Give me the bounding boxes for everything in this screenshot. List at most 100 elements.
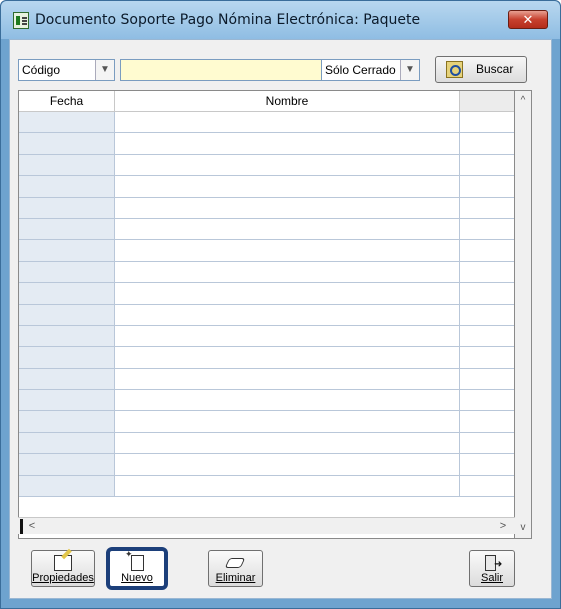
cell-fecha[interactable]: [19, 368, 115, 390]
cell-fecha[interactable]: [19, 325, 115, 347]
search-input[interactable]: [120, 59, 322, 81]
cell-filler[interactable]: [460, 433, 514, 453]
new-document-icon: [125, 549, 144, 571]
cell-fecha[interactable]: [19, 283, 115, 304]
table-row[interactable]: [19, 475, 514, 498]
cell-fecha[interactable]: [19, 347, 115, 368]
column-header-nombre[interactable]: Nombre: [115, 91, 460, 111]
cell-fecha[interactable]: [19, 390, 115, 411]
title-bar[interactable]: Documento Soporte Pago Nómina Electrónic…: [1, 1, 560, 39]
table-row[interactable]: [19, 261, 514, 284]
cell-filler[interactable]: [460, 262, 514, 282]
cell-nombre[interactable]: [115, 304, 460, 325]
field-select-value: Código: [22, 63, 61, 77]
cell-fecha[interactable]: [19, 218, 115, 240]
scroll-right-icon[interactable]: >: [495, 518, 511, 534]
cell-filler[interactable]: [460, 390, 514, 410]
table-row[interactable]: [19, 197, 514, 219]
close-button[interactable]: ✕: [508, 10, 548, 29]
cell-fecha[interactable]: [19, 304, 115, 325]
horizontal-scrollbar[interactable]: < >: [18, 517, 515, 534]
cell-nombre[interactable]: [115, 283, 460, 304]
cell-filler[interactable]: [460, 240, 514, 260]
cell-nombre[interactable]: [115, 218, 460, 240]
search-button[interactable]: Buscar: [435, 56, 527, 83]
table-row[interactable]: [19, 347, 514, 369]
table-row[interactable]: [19, 390, 514, 412]
table-row[interactable]: [19, 240, 514, 262]
cell-fecha[interactable]: [19, 240, 115, 261]
cell-fecha[interactable]: [19, 411, 115, 432]
cell-fecha[interactable]: [19, 154, 115, 176]
field-select[interactable]: Código ▼: [18, 59, 115, 81]
cell-fecha[interactable]: [19, 454, 115, 475]
table-row[interactable]: [19, 325, 514, 348]
table-row[interactable]: [19, 154, 514, 177]
cell-nombre[interactable]: [115, 368, 460, 390]
exit-button[interactable]: Salir: [469, 550, 515, 587]
payroll-document-icon: [13, 12, 29, 29]
cell-nombre[interactable]: [115, 454, 460, 475]
table-row[interactable]: [19, 411, 514, 433]
cell-filler[interactable]: [460, 176, 514, 196]
scroll-left-icon[interactable]: <: [24, 518, 40, 534]
cell-nombre[interactable]: [115, 390, 460, 411]
properties-button[interactable]: Propiedades: [31, 550, 95, 587]
cell-fecha[interactable]: [19, 197, 115, 218]
cell-fecha[interactable]: [19, 133, 115, 154]
chevron-down-icon[interactable]: ▼: [400, 60, 419, 80]
table-row[interactable]: [19, 368, 514, 391]
table-row[interactable]: [19, 283, 514, 305]
grid-rows: [19, 112, 514, 498]
cell-filler[interactable]: [460, 305, 514, 325]
results-grid[interactable]: Fecha Nombre: [18, 90, 515, 539]
cell-nombre[interactable]: [115, 154, 460, 176]
cell-fecha[interactable]: [19, 432, 115, 454]
cell-filler[interactable]: [460, 283, 514, 303]
scroll-position-marker[interactable]: [20, 519, 23, 534]
cell-fecha[interactable]: [19, 112, 115, 133]
cell-filler[interactable]: [460, 198, 514, 218]
table-row[interactable]: [19, 304, 514, 326]
cell-filler[interactable]: [460, 219, 514, 239]
delete-button[interactable]: Eliminar: [208, 550, 263, 587]
cell-nombre[interactable]: [115, 475, 460, 497]
cell-nombre[interactable]: [115, 411, 460, 432]
cell-nombre[interactable]: [115, 176, 460, 197]
cell-nombre[interactable]: [115, 261, 460, 283]
table-row[interactable]: [19, 112, 514, 134]
chevron-down-icon[interactable]: ▼: [95, 60, 114, 80]
scroll-up-icon[interactable]: ^: [515, 93, 531, 109]
cell-nombre[interactable]: [115, 197, 460, 218]
cell-filler[interactable]: [460, 476, 514, 496]
cell-fecha[interactable]: [19, 176, 115, 197]
cell-nombre[interactable]: [115, 325, 460, 347]
cell-nombre[interactable]: [115, 112, 460, 133]
table-row[interactable]: [19, 454, 514, 476]
cell-nombre[interactable]: [115, 347, 460, 368]
cell-filler[interactable]: [460, 326, 514, 346]
cell-filler[interactable]: [460, 155, 514, 175]
filter-select[interactable]: Sólo Cerrado ▼: [321, 59, 420, 81]
table-row[interactable]: [19, 176, 514, 198]
vertical-scrollbar[interactable]: ^ v: [515, 90, 532, 539]
scroll-down-icon[interactable]: v: [515, 520, 531, 536]
cell-filler[interactable]: [460, 411, 514, 431]
cell-nombre[interactable]: [115, 133, 460, 154]
cell-fecha[interactable]: [19, 261, 115, 283]
table-row[interactable]: [19, 218, 514, 241]
table-row[interactable]: [19, 133, 514, 155]
cell-filler[interactable]: [460, 454, 514, 474]
cell-filler[interactable]: [460, 369, 514, 389]
cell-filler[interactable]: [460, 133, 514, 153]
column-header-filler: [460, 91, 514, 111]
cell-filler[interactable]: [460, 347, 514, 367]
cell-nombre[interactable]: [115, 240, 460, 261]
column-header-fecha[interactable]: Fecha: [19, 91, 115, 111]
cell-fecha[interactable]: [19, 475, 115, 497]
table-row[interactable]: [19, 432, 514, 455]
cell-filler[interactable]: [460, 112, 514, 132]
filter-select-value: Sólo Cerrado: [325, 63, 396, 77]
cell-nombre[interactable]: [115, 432, 460, 454]
new-button[interactable]: Nuevo: [109, 549, 165, 587]
